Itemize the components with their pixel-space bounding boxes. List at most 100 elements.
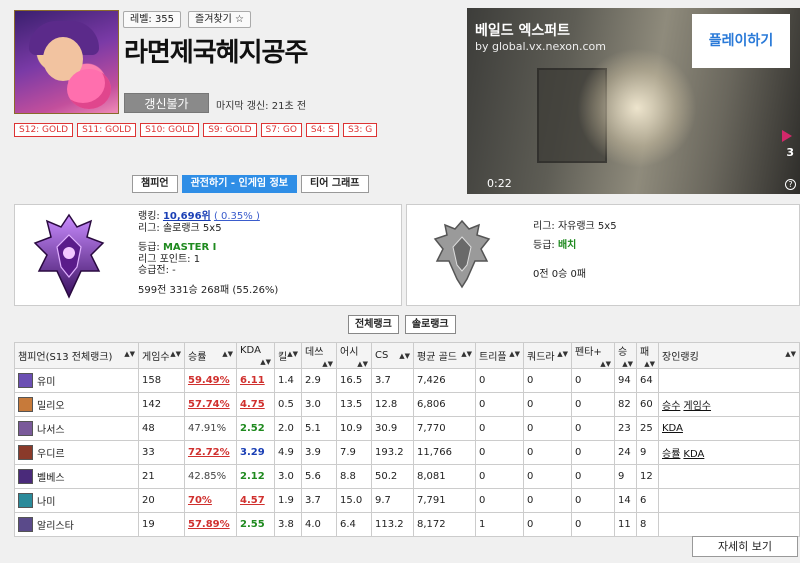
past-tier-badge: S11: GOLD xyxy=(77,123,137,137)
solo-rank-button[interactable]: 솔로랭크 xyxy=(404,315,456,334)
col-winrate[interactable]: 승률 ▲▼ xyxy=(184,342,237,369)
champion-name[interactable]: 나미 xyxy=(37,493,55,508)
win-cell: 94 xyxy=(614,368,637,393)
champion-cell[interactable]: 벨베스 xyxy=(14,464,139,489)
col-penta[interactable]: 펜타+ ▲▼ xyxy=(571,342,615,369)
cs-cell: 193.2 xyxy=(371,440,414,465)
kill-cell: 2.0 xyxy=(274,416,302,441)
col-lose[interactable]: 패 ▲▼ xyxy=(636,342,659,369)
ad-play-button[interactable]: 플레이하기 xyxy=(692,14,790,68)
ad-url[interactable]: by global.vx.nexon.com xyxy=(475,40,606,53)
champion-cell[interactable]: 우디르 xyxy=(14,440,139,465)
triple-cell: 0 xyxy=(475,440,524,465)
triple-cell: 0 xyxy=(475,368,524,393)
win-cell: 9 xyxy=(614,464,637,489)
champion-cell[interactable]: 알리스타 xyxy=(14,512,139,537)
flex-record: 0전 0승 0패 xyxy=(533,269,587,280)
penta-cell: 0 xyxy=(571,416,615,441)
champion-name[interactable]: 벨베스 xyxy=(37,469,65,484)
tab-tier-graph[interactable]: 티어 그래프 xyxy=(301,175,369,193)
past-tier-badge: S7: GO xyxy=(260,123,302,137)
col-triple[interactable]: 트리플 ▲▼ xyxy=(475,342,524,369)
kda-cell: 2.52 xyxy=(236,416,275,441)
champion-cell[interactable]: 유미 xyxy=(14,368,139,393)
ad-timer: 0:22 xyxy=(487,177,512,190)
champion-name[interactable]: 유미 xyxy=(37,373,55,388)
col-cs[interactable]: CS ▲▼ xyxy=(371,342,414,369)
table-row: 벨베스 21 42.85% 2.12 3.0 5.6 8.8 50.2 8,08… xyxy=(14,464,800,489)
flex-tier-value: 배치 xyxy=(557,240,577,251)
games-cell: 48 xyxy=(138,416,185,441)
favorite-button[interactable]: 즐겨찾기 ☆ xyxy=(188,11,251,28)
col-kda[interactable]: KDA ▲▼ xyxy=(236,342,275,369)
table-row: 우디르 33 72.72% 3.29 4.9 3.9 7.9 193.2 11,… xyxy=(14,440,800,465)
col-quadra[interactable]: 쿼드라 ▲▼ xyxy=(523,342,572,369)
all-rank-button[interactable]: 전체랭크 xyxy=(348,315,399,334)
winrate-cell: 42.85% xyxy=(184,464,237,489)
games-cell: 20 xyxy=(138,488,185,513)
champion-cell[interactable]: 나미 xyxy=(14,488,139,513)
champion-name[interactable]: 우디르 xyxy=(37,445,65,460)
cs-cell: 12.8 xyxy=(371,392,414,417)
assist-cell: 7.9 xyxy=(336,440,372,465)
penta-cell: 0 xyxy=(571,440,615,465)
penta-cell: 0 xyxy=(571,464,615,489)
mastery-tag[interactable]: KDA xyxy=(662,423,683,434)
games-cell: 142 xyxy=(138,392,185,417)
summoner-icon xyxy=(14,10,119,114)
col-gold[interactable]: 평균 골드 ▲▼ xyxy=(413,342,476,369)
table-row: 밀리오 142 57.74% 4.75 0.5 3.0 13.5 12.8 6,… xyxy=(14,392,800,417)
table-row: 나서스 48 47.91% 2.52 2.0 5.1 10.9 30.9 7,7… xyxy=(14,416,800,441)
champion-cell[interactable]: 밀리오 xyxy=(14,392,139,417)
mastery-tag[interactable]: 승률 xyxy=(662,449,680,460)
champion-cell[interactable]: 나서스 xyxy=(14,416,139,441)
tab-spectate[interactable]: 관전하기 - 인게임 정보 xyxy=(181,175,298,193)
col-kill[interactable]: 킬 ▲▼ xyxy=(274,342,302,369)
renew-button[interactable]: 갱신불가 xyxy=(124,93,209,113)
champion-portrait-icon xyxy=(18,421,33,436)
assist-cell: 15.0 xyxy=(336,488,372,513)
col-champion[interactable]: 챔피언(S13 전체랭크) ▲▼ xyxy=(14,342,139,369)
mastery-tag[interactable]: 게임수 xyxy=(683,401,711,412)
death-cell: 3.9 xyxy=(301,440,337,465)
tab-champion[interactable]: 챔피언 xyxy=(132,175,178,193)
col-death[interactable]: 데쓰 ▲▼ xyxy=(301,342,337,369)
mastery-cell: 승수 게임수 xyxy=(658,392,800,417)
flex-rank-panel: 리그: 자유랭크 5x5 등급: 배치 0전 0승 0패 xyxy=(406,204,800,306)
quadra-cell: 0 xyxy=(523,368,572,393)
assist-cell: 10.9 xyxy=(336,416,372,441)
mastery-tag[interactable]: 승수 xyxy=(662,401,680,412)
mastery-cell: 승률 KDA xyxy=(658,440,800,465)
promotion-status: 승급전: - xyxy=(138,265,176,276)
games-cell: 19 xyxy=(138,512,185,537)
league-points: 리그 포인트: 1 xyxy=(138,253,201,265)
penta-cell: 0 xyxy=(571,512,615,537)
ranking-link[interactable]: 10,696위 xyxy=(163,211,211,222)
champion-portrait-icon xyxy=(18,493,33,508)
col-games[interactable]: 게임수 ▲▼ xyxy=(138,342,185,369)
win-cell: 24 xyxy=(614,440,637,465)
quadra-cell: 0 xyxy=(523,464,572,489)
profile-tabs: 챔피언 관전하기 - 인게임 정보 티어 그래프 xyxy=(132,175,369,193)
video-ad[interactable]: 베일드 엑스퍼트 by global.vx.nexon.com 플레이하기 3 … xyxy=(467,8,800,194)
champion-name[interactable]: 밀리오 xyxy=(37,397,65,412)
champion-name[interactable]: 나서스 xyxy=(37,421,65,436)
rank-filter: 전체랭크 솔로랭크 xyxy=(348,315,456,334)
info-icon[interactable]: ? xyxy=(785,179,796,190)
champion-portrait-icon xyxy=(18,517,33,532)
mastery-tag[interactable]: KDA xyxy=(683,449,704,460)
mastery-cell: KDA xyxy=(658,416,800,441)
past-tier-badge: S12: GOLD xyxy=(14,123,74,137)
assist-cell: 6.4 xyxy=(336,512,372,537)
col-mastery-rank[interactable]: 장인랭킹 ▲▼ xyxy=(658,342,800,369)
view-more-button[interactable]: 자세히 보기 xyxy=(692,536,798,557)
col-assist[interactable]: 어시 ▲▼ xyxy=(336,342,372,369)
lose-cell: 9 xyxy=(636,440,659,465)
gold-cell: 8,172 xyxy=(413,512,476,537)
champion-name[interactable]: 알리스타 xyxy=(37,517,74,532)
col-win[interactable]: 승 ▲▼ xyxy=(614,342,637,369)
quadra-cell: 0 xyxy=(523,440,572,465)
death-cell: 4.0 xyxy=(301,512,337,537)
flex-tier-label: 등급: xyxy=(533,240,558,251)
solo-record: 599전 331승 268패 (55.26%) xyxy=(138,284,279,296)
